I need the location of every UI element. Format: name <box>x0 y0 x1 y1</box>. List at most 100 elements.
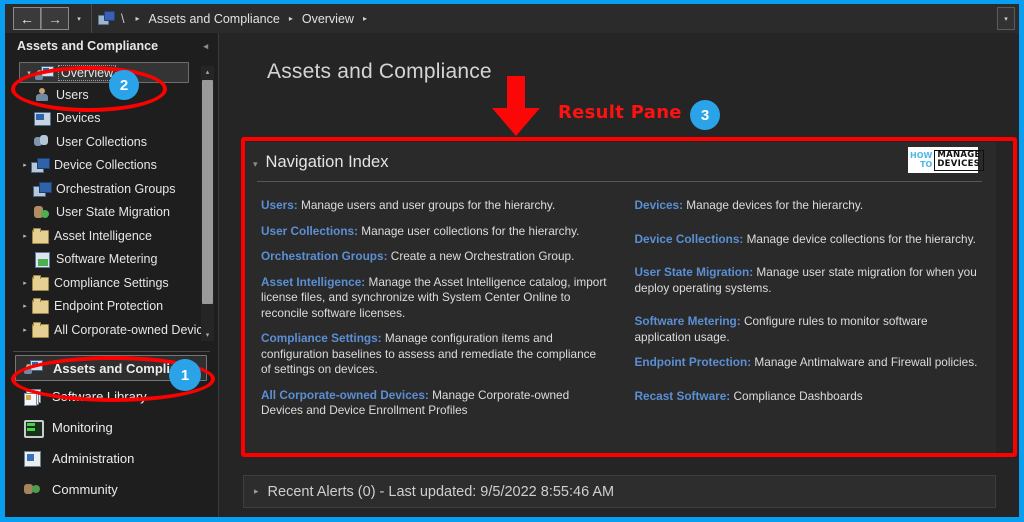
tree-item-label: User Collections <box>56 134 148 149</box>
navigation-pane: Assets and Compliance ◂ ▾ Overview Users… <box>5 33 219 517</box>
nav-entry-link[interactable]: Asset Intelligence: <box>261 275 365 289</box>
tree-item-devices[interactable]: Devices <box>5 107 218 131</box>
administration-icon <box>21 449 43 469</box>
forward-button[interactable]: → <box>41 7 69 30</box>
tree-item-compliance-settings[interactable]: ▸ Compliance Settings <box>5 271 218 295</box>
nav-entry-description: Manage Antimalware and Firewall policies… <box>751 355 978 369</box>
expander-icon[interactable]: ▸ <box>19 232 31 240</box>
nav-entry-link[interactable]: Users: <box>261 198 298 212</box>
tree-item-label: User State Migration <box>56 205 170 220</box>
nav-entry-all-corporate-owned-devices[interactable]: All Corporate-owned Devices: Manage Corp… <box>261 388 609 419</box>
collapse-pane-icon[interactable]: ◂ <box>203 41 208 52</box>
tree-item-asset-intelligence[interactable]: ▸ Asset Intelligence <box>5 224 218 248</box>
folder-icon <box>31 274 49 291</box>
nav-entry-devices[interactable]: Devices: Manage devices for the hierarch… <box>635 198 983 214</box>
breadcrumb-item-overview[interactable]: Overview <box>302 12 354 26</box>
sidebar-item-label: Monitoring <box>52 420 113 435</box>
assets-compliance-icon <box>22 358 44 378</box>
expander-icon[interactable]: ▸ <box>19 279 31 287</box>
nav-entry-link[interactable]: Device Collections: <box>635 232 744 246</box>
recent-alerts-bar[interactable]: ▸ Recent Alerts (0) - Last updated: 9/5/… <box>243 475 996 508</box>
sidebar-item-label: Administration <box>52 451 135 466</box>
nav-entry-link[interactable]: Orchestration Groups: <box>261 249 388 263</box>
breadcrumb-root[interactable]: \ <box>121 12 124 26</box>
toolbar-divider <box>91 4 92 33</box>
navigation-index-columns: Users: Manage users and user groups for … <box>243 182 996 429</box>
navigation-index-title: Navigation Index <box>265 153 389 171</box>
tree-item-user-collections[interactable]: User Collections <box>5 130 218 154</box>
nav-entry-software-metering[interactable]: Software Metering: Configure rules to mo… <box>635 314 983 345</box>
howtomanagedevices-logo: HOW TO MANAGE DEVICES <box>908 147 984 173</box>
nav-entry-compliance-settings[interactable]: Compliance Settings: Manage configuratio… <box>261 331 609 378</box>
logo-right-text: MANAGE DEVICES <box>934 149 984 171</box>
breadcrumb-bar: ← → ▾ \ ▸ Assets and Compliance ▸ Overvi… <box>5 4 1019 34</box>
nav-entry-link[interactable]: All Corporate-owned Devices: <box>261 388 429 402</box>
folder-icon <box>31 298 49 315</box>
nav-entry-link[interactable]: Software Metering: <box>635 314 741 328</box>
breadcrumb-overflow-dropdown[interactable]: ▾ <box>997 7 1015 30</box>
expander-icon[interactable]: ▸ <box>19 302 31 310</box>
sidebar-item-community[interactable]: Community <box>5 474 218 505</box>
nav-entry-link[interactable]: Recast Software: <box>635 389 731 403</box>
navigation-buttons: ← → ▾ <box>13 7 87 30</box>
scroll-up-icon[interactable]: ▴ <box>201 66 214 78</box>
nav-entry-user-state-migration[interactable]: User State Migration: Manage user state … <box>635 265 983 296</box>
navigation-tree-scrollbar[interactable]: ▴ ▾ <box>201 66 214 341</box>
expander-icon[interactable]: ▾ <box>23 69 35 77</box>
nav-entry-device-collections[interactable]: Device Collections: Manage device collec… <box>635 232 983 248</box>
nav-entry-link[interactable]: Endpoint Protection: <box>635 355 752 369</box>
expander-icon[interactable]: ▸ <box>19 326 31 334</box>
sidebar-item-administration[interactable]: Administration <box>5 443 218 474</box>
nav-entry-link[interactable]: Compliance Settings: <box>261 331 382 345</box>
nav-entry-description: Manage device collections for the hierar… <box>743 231 976 246</box>
tree-item-label: Users <box>56 87 89 102</box>
nav-entry-recast-software[interactable]: Recast Software: Compliance Dashboards <box>635 389 983 405</box>
navigation-index-left-column: Users: Manage users and user groups for … <box>261 198 609 429</box>
tree-item-overview[interactable]: ▾ Overview <box>19 62 189 83</box>
nav-entry-link[interactable]: User State Migration: <box>635 265 754 279</box>
logo-line-4: DEVICES <box>937 159 981 169</box>
tree-item-user-state-migration[interactable]: User State Migration <box>5 201 218 225</box>
tree-item-endpoint-protection[interactable]: ▸ Endpoint Protection <box>5 295 218 319</box>
breadcrumb-separator-icon: ▸ <box>362 13 367 23</box>
device-collection-icon <box>31 157 50 174</box>
nav-entry-description: Manage users and user groups for the hie… <box>297 198 556 212</box>
collapse-navigation-index-icon[interactable]: ▾ <box>253 159 258 170</box>
nav-entry-link[interactable]: Devices: <box>635 198 684 212</box>
sidebar-item-label: Community <box>52 482 118 497</box>
monitor-icon <box>33 110 51 127</box>
tree-item-label: Asset Intelligence <box>54 228 152 243</box>
tree-item-label: Compliance Settings <box>54 275 169 290</box>
community-icon <box>21 480 43 500</box>
back-button[interactable]: ← <box>13 7 41 30</box>
annotation-badge-1-text: 1 <box>180 366 190 384</box>
nav-entry-link[interactable]: User Collections: <box>261 224 358 238</box>
annotation-badge-3: 3 <box>690 100 720 130</box>
tree-item-device-collections[interactable]: ▸ Device Collections <box>5 154 218 178</box>
nav-entry-user-collections[interactable]: User Collections: Manage user collection… <box>261 224 609 240</box>
device-collection-icon <box>33 181 52 197</box>
tree-item-software-metering[interactable]: Software Metering <box>5 248 218 272</box>
navigation-pane-title-text: Assets and Compliance <box>17 39 159 53</box>
console-node-icon <box>98 11 115 26</box>
scroll-down-icon[interactable]: ▾ <box>201 329 214 341</box>
tree-item-all-corporate-owned-devices[interactable]: ▸ All Corporate-owned Devic <box>5 318 218 342</box>
tree-item-label: Device Collections <box>54 158 157 173</box>
tree-item-orchestration-groups[interactable]: Orchestration Groups <box>5 177 218 201</box>
history-dropdown-icon[interactable]: ▾ <box>71 8 87 29</box>
configmgr-console-window: ← → ▾ \ ▸ Assets and Compliance ▸ Overvi… <box>0 0 1024 522</box>
breadcrumb-item-assets-and-compliance[interactable]: Assets and Compliance <box>149 12 280 26</box>
expand-recent-alerts-icon[interactable]: ▸ <box>254 486 259 497</box>
scrollbar-thumb[interactable] <box>202 80 213 304</box>
folder-icon <box>31 227 49 244</box>
sidebar-item-monitoring[interactable]: Monitoring <box>5 412 218 443</box>
nav-entry-users[interactable]: Users: Manage users and user groups for … <box>261 198 609 214</box>
metering-icon <box>33 251 51 269</box>
nav-entry-asset-intelligence[interactable]: Asset Intelligence: Manage the Asset Int… <box>261 275 609 322</box>
breadcrumb-separator-icon: ▸ <box>135 13 140 23</box>
nav-entry-orchestration-groups[interactable]: Orchestration Groups: Create a new Orche… <box>261 249 609 265</box>
expander-icon[interactable]: ▸ <box>19 161 31 169</box>
monitoring-icon <box>21 418 44 438</box>
nav-entry-endpoint-protection[interactable]: Endpoint Protection: Manage Antimalware … <box>635 355 983 371</box>
annotation-badge-1: 1 <box>169 359 201 391</box>
